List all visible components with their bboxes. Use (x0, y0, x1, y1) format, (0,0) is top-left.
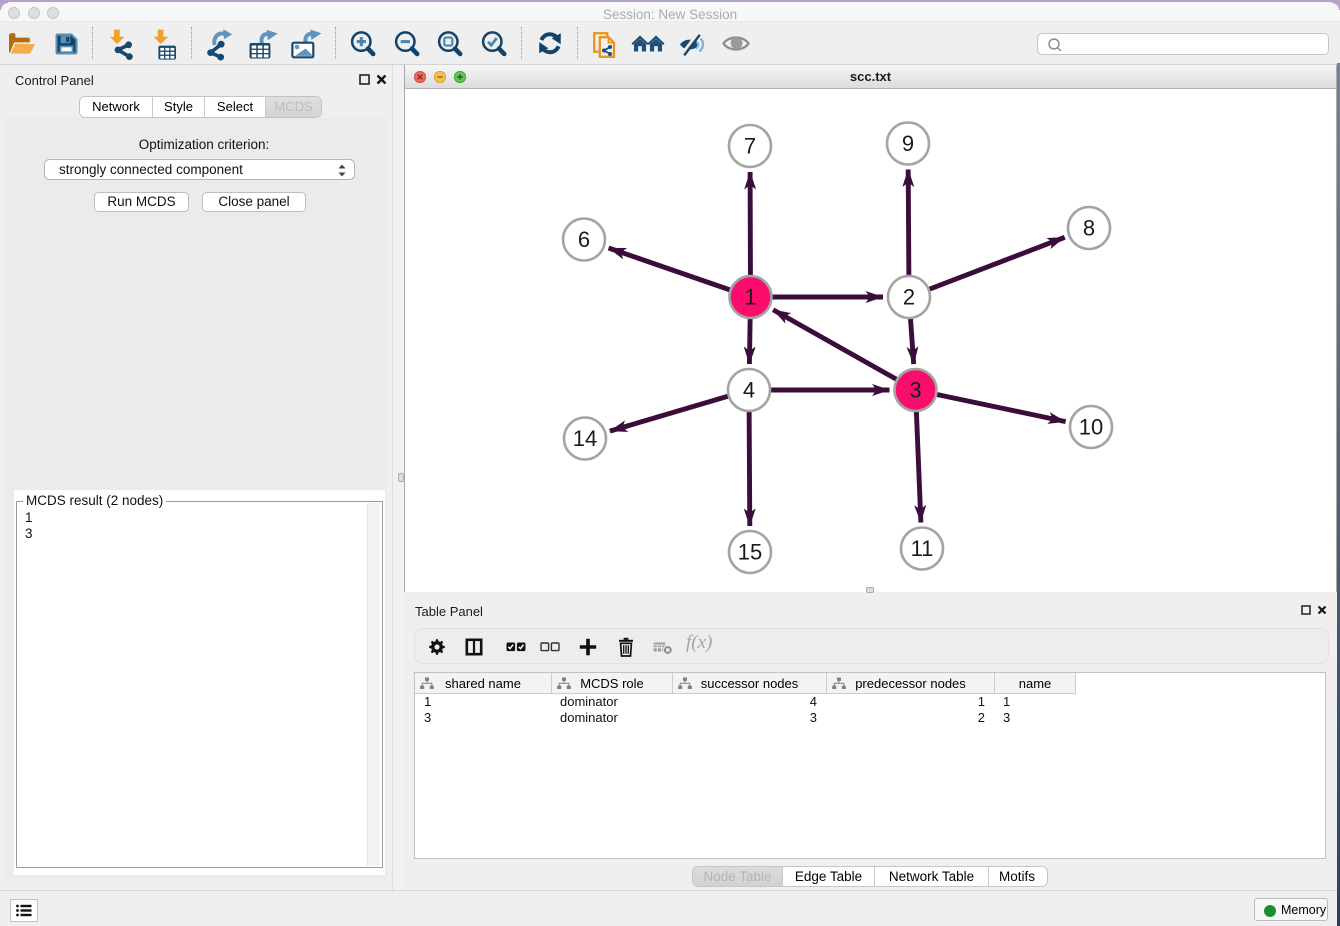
svg-text:10: 10 (1079, 415, 1103, 440)
svg-text:3: 3 (909, 378, 921, 403)
svg-text:2: 2 (903, 285, 915, 310)
svg-text:9: 9 (902, 131, 914, 156)
svg-text:8: 8 (1083, 216, 1095, 241)
svg-text:14: 14 (573, 426, 597, 451)
svg-text:4: 4 (743, 378, 755, 403)
svg-text:15: 15 (738, 540, 762, 565)
svg-text:11: 11 (911, 536, 934, 561)
svg-text:1: 1 (744, 285, 756, 310)
svg-text:6: 6 (578, 227, 590, 252)
svg-text:7: 7 (744, 134, 756, 159)
